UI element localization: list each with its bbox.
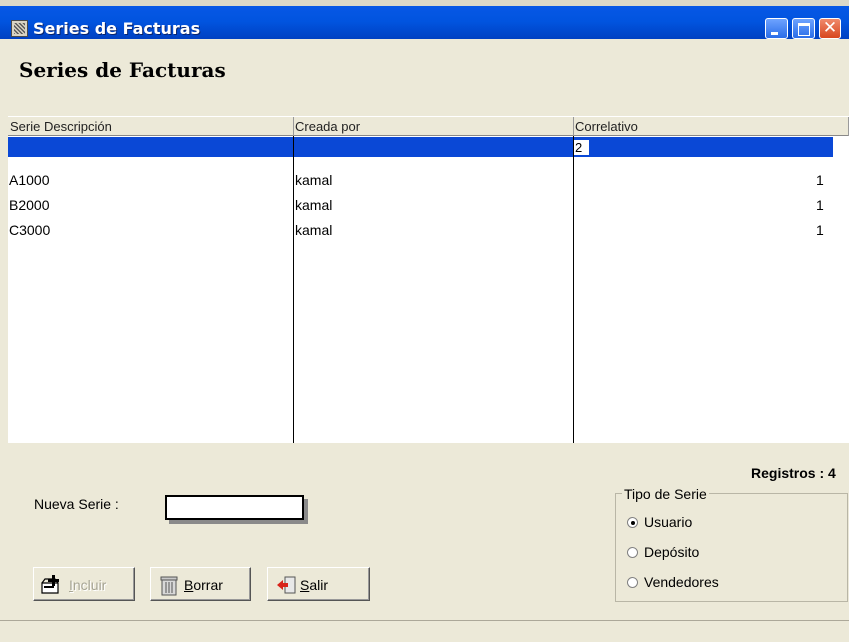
tipo-de-serie-title: Tipo de Serie — [622, 486, 709, 502]
correlativo-cell: 1 — [816, 222, 824, 238]
creada-por-cell: kamal — [295, 222, 333, 238]
serie-cell: B2000 — [9, 197, 50, 213]
series-grid[interactable]: Serie Descripción Creada por Correlativo… — [8, 116, 849, 443]
column-header-creada-por[interactable]: Creada por — [293, 117, 574, 136]
record-count: Registros : 4 — [751, 465, 836, 481]
add-record-icon — [41, 575, 59, 594]
window-title: Series de Facturas — [33, 19, 201, 38]
maximize-icon[interactable] — [792, 18, 815, 39]
borrar-accel: B — [184, 577, 194, 593]
status-bar — [0, 620, 849, 642]
radio-button[interactable] — [627, 547, 638, 558]
serie-cell: C3000 — [9, 222, 51, 238]
radio-button[interactable] — [627, 517, 638, 528]
minimize-icon[interactable] — [765, 18, 788, 39]
close-icon[interactable]: ✕ — [819, 18, 841, 39]
trash-icon — [160, 576, 178, 596]
salir-label: alir — [309, 577, 329, 593]
salir-button[interactable]: Salir — [267, 567, 370, 601]
incluir-button[interactable]: Incluir — [33, 567, 135, 601]
table-row[interactable]: C3000 kamal 1 — [8, 218, 833, 243]
exit-icon — [277, 576, 296, 594]
grid-header: Serie Descripción Creada por Correlativo — [8, 116, 849, 136]
creada-por-cell: kamal — [295, 172, 333, 188]
app-icon[interactable] — [11, 20, 28, 37]
selected-correlativo-cell[interactable]: 2 — [574, 140, 589, 155]
radio-button[interactable] — [627, 577, 638, 588]
form-title: Series de Facturas — [19, 58, 226, 82]
nueva-serie-input[interactable] — [165, 495, 304, 520]
correlativo-cell: 1 — [816, 197, 824, 213]
radio-vendedores-label[interactable]: Vendedores — [644, 574, 719, 590]
close-glyph: ✕ — [822, 18, 838, 38]
column-header-correlativo[interactable]: Correlativo — [573, 117, 849, 136]
radio-deposito-label[interactable]: Depósito — [644, 544, 699, 560]
borrar-button[interactable]: Borrar — [150, 567, 251, 601]
radio-usuario-label[interactable]: Usuario — [644, 514, 692, 530]
column-header-serie[interactable]: Serie Descripción — [8, 117, 294, 136]
selected-new-row[interactable] — [8, 137, 833, 157]
borrar-label: orrar — [193, 577, 223, 593]
table-row[interactable]: B2000 kamal 1 — [8, 193, 833, 218]
incluir-label: ncluir — [72, 577, 107, 593]
creada-por-cell: kamal — [295, 197, 333, 213]
salir-accel: S — [300, 577, 310, 593]
serie-cell: A1000 — [9, 172, 50, 188]
title-bar[interactable]: Series de Facturas ✕ — [0, 0, 849, 39]
correlativo-cell: 1 — [816, 172, 824, 188]
nueva-serie-label: Nueva Serie : — [34, 496, 119, 512]
table-row[interactable]: A1000 kamal 1 — [8, 168, 833, 193]
